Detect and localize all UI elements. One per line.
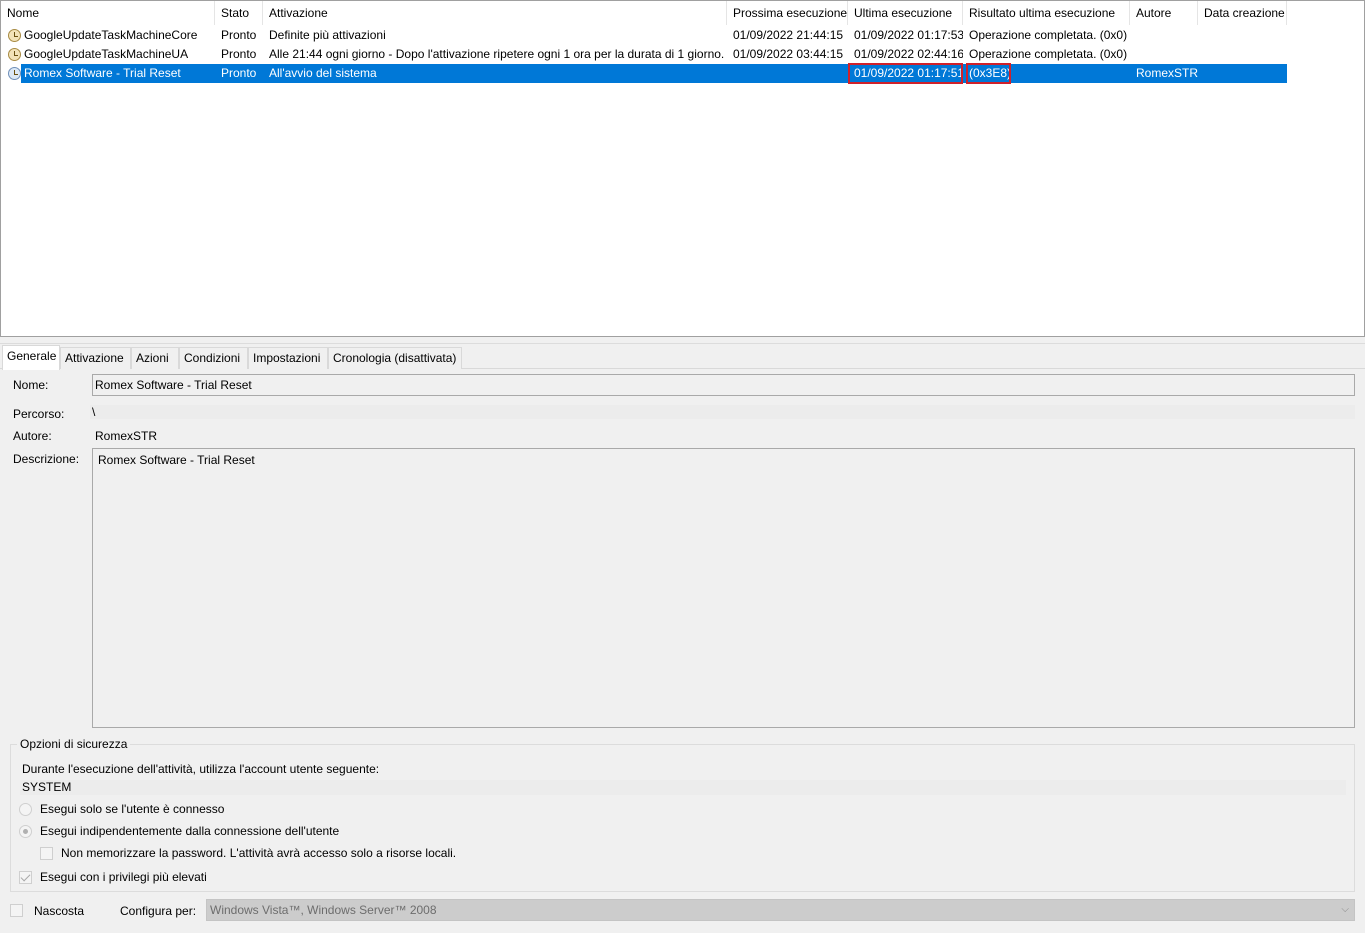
run-only-logged-on-radio[interactable] [19,803,32,816]
chevron-down-icon: ⌵ [1341,904,1349,915]
task-status: Pronto [221,47,257,61]
security-options-group: Opzioni di sicurezza Durante l'esecuzion… [10,737,1355,892]
column-header-author[interactable]: Autore [1130,1,1198,25]
task-name: Romex Software - Trial Reset [24,66,181,80]
details-tabs: Generale Attivazione Azioni Condizioni I… [0,345,1365,370]
column-header-trigger[interactable]: Attivazione [263,1,727,25]
column-header-name[interactable]: Nome [1,1,215,25]
tab-azioni[interactable]: Azioni [131,347,179,369]
author-label: Autore: [13,429,52,443]
run-only-logged-on-label[interactable]: Esegui solo se l'utente è connesso [40,802,224,816]
configure-for-value: Windows Vista™, Windows Server™ 2008 [210,903,437,917]
task-status: Pronto [221,66,257,80]
task-row-selected[interactable]: Romex Software - Trial Reset Pronto All'… [1,63,1291,84]
task-row[interactable]: GoogleUpdateTaskMachineCore Pronto Defin… [1,26,1291,45]
column-headers: Nome Stato Attivazione Prossima esecuzio… [1,1,1364,25]
column-header-last-run[interactable]: Ultima esecuzione [848,1,963,25]
task-name: GoogleUpdateTaskMachineUA [24,47,189,61]
highest-privileges-label[interactable]: Esegui con i privilegi più elevati [40,870,207,884]
account-value: SYSTEM [20,780,1346,795]
tab-condizioni[interactable]: Condizioni [179,347,248,369]
column-header-last-result[interactable]: Risultato ultima esecuzione [963,1,1130,25]
do-not-store-password-label[interactable]: Non memorizzare la password. L'attività … [61,846,456,860]
task-author: RomexSTR [1136,66,1198,80]
task-last-result: Operazione completata. (0x0) [969,28,1128,42]
column-header-created[interactable]: Data creazione [1198,1,1287,25]
configure-for-dropdown[interactable]: Windows Vista™, Windows Server™ 2008 ⌵ [206,899,1355,921]
last-run-highlight-box [848,63,963,84]
task-trigger: Alle 21:44 ogni giorno - Dopo l'attivazi… [269,47,725,61]
general-panel: Nome: Romex Software - Trial Reset Perco… [0,369,1365,933]
author-value: RomexSTR [95,429,158,443]
run-whether-logged-on-label[interactable]: Esegui indipendentemente dalla connessio… [40,824,339,838]
account-prompt: Durante l'esecuzione dell'attività, util… [22,762,380,776]
hidden-checkbox[interactable] [10,904,23,917]
task-clock-icon [8,67,21,80]
path-label: Percorso: [13,407,65,421]
task-last-result: Operazione completata. (0x0) [969,47,1128,61]
name-label: Nome: [13,378,49,392]
tab-attivazione[interactable]: Attivazione [60,347,131,369]
tab-cronologia[interactable]: Cronologia (disattivata) [328,347,462,369]
task-next-run: 01/09/2022 03:44:15 [733,47,844,61]
task-list[interactable]: Nome Stato Attivazione Prossima esecuzio… [0,0,1365,337]
task-next-run: 01/09/2022 21:44:15 [733,28,844,42]
description-label: Descrizione: [13,452,80,466]
tab-generale[interactable]: Generale [2,345,60,370]
task-clock-icon [8,29,21,42]
task-status: Pronto [221,28,257,42]
task-trigger: All'avvio del sistema [269,66,377,80]
task-row[interactable]: GoogleUpdateTaskMachineUA Pronto Alle 21… [1,45,1291,64]
do-not-store-password-checkbox[interactable] [40,847,53,860]
task-trigger: Definite più attivazioni [269,28,386,42]
run-whether-logged-on-radio[interactable] [19,825,32,838]
task-last-run: 01/09/2022 01:17:53 [854,28,963,42]
configure-for-label: Configura per: [120,904,197,918]
task-name: GoogleUpdateTaskMachineCore [24,28,198,42]
security-options-title: Opzioni di sicurezza [17,737,131,751]
column-header-next-run[interactable]: Prossima esecuzione [727,1,848,25]
highest-privileges-checkbox[interactable] [19,871,32,884]
tab-impostazioni[interactable]: Impostazioni [248,347,328,369]
pane-splitter[interactable] [0,337,1365,344]
task-last-run: 01/09/2022 02:44:16 [854,47,963,61]
last-result-highlight-box [966,63,1011,84]
description-field[interactable]: Romex Software - Trial Reset [92,448,1355,728]
hidden-label[interactable]: Nascosta [34,904,84,918]
path-value: \ [90,405,1355,419]
task-clock-icon [8,48,21,61]
column-header-status[interactable]: Stato [215,1,263,25]
name-field[interactable]: Romex Software - Trial Reset [92,374,1355,396]
